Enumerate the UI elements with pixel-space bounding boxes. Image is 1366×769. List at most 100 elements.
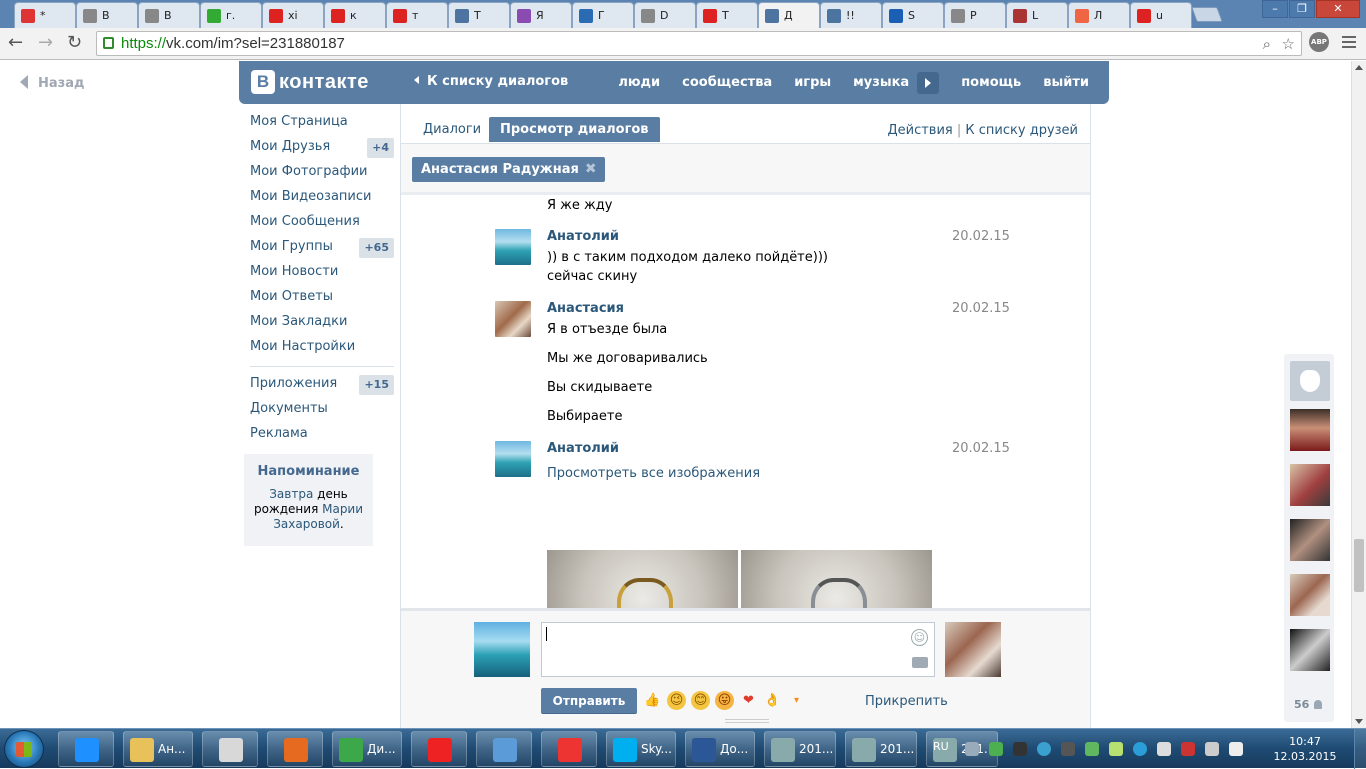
clock[interactable]: 10:47 12.03.2015 — [1265, 734, 1345, 764]
tray-flag-icon[interactable] — [1181, 742, 1195, 756]
page-scrollbar[interactable] — [1351, 61, 1366, 728]
bookmark-star-icon[interactable]: ☆ — [1282, 33, 1295, 56]
taskbar-item[interactable]: 201... — [764, 731, 836, 767]
left-menu-item[interactable]: Мои Видеозаписи — [244, 186, 394, 211]
close-icon[interactable]: ✖ — [585, 157, 597, 182]
maximize-button[interactable]: ❐ — [1289, 0, 1315, 18]
actions-link[interactable]: Действия — [887, 123, 952, 138]
taskbar-item[interactable]: 201... — [845, 731, 917, 767]
message-date[interactable]: 20.02.15 — [952, 441, 1010, 456]
message-date[interactable]: 20.02.15 — [952, 229, 1010, 244]
taskbar-item[interactable] — [411, 731, 467, 767]
smiley-icon[interactable]: ☺ — [911, 629, 928, 646]
friend-avatar[interactable] — [1290, 629, 1330, 671]
taskbar-item[interactable]: До... — [685, 731, 755, 767]
close-window-button[interactable]: ✕ — [1316, 0, 1360, 18]
browser-tab[interactable]: !! — [820, 2, 882, 28]
browser-tab[interactable]: D — [634, 2, 696, 28]
tray-update-icon[interactable] — [1133, 742, 1147, 756]
left-menu-item[interactable]: Мои Новости — [244, 261, 394, 286]
resize-handle[interactable] — [725, 719, 769, 723]
message-author[interactable]: Анатолий — [547, 229, 619, 244]
tab-dialogs[interactable]: Диалоги — [412, 117, 492, 142]
browser-tab[interactable]: Д — [758, 2, 820, 28]
nav-people[interactable]: люди — [618, 75, 660, 90]
scroll-down-icon[interactable] — [1355, 719, 1363, 724]
scroll-thumb[interactable] — [1354, 539, 1364, 592]
browser-tab[interactable]: P — [944, 2, 1006, 28]
show-desktop-button[interactable] — [1354, 729, 1366, 769]
taskbar-item[interactable] — [541, 731, 597, 767]
left-menu-count[interactable]: +15 — [359, 375, 394, 395]
send-button[interactable]: Отправить — [541, 688, 637, 714]
left-menu-item[interactable]: Мои Фотографии — [244, 161, 394, 186]
tray-icon[interactable] — [965, 742, 979, 756]
left-menu-count[interactable]: +65 — [359, 238, 394, 258]
back-to-dialogs-link[interactable]: К списку диалогов — [414, 74, 568, 89]
camera-icon[interactable] — [912, 657, 928, 668]
more-emoji-icon[interactable]: ▾ — [787, 691, 806, 710]
tray-wifi-icon[interactable] — [1229, 742, 1243, 756]
tray-battery-icon[interactable] — [1013, 742, 1027, 756]
taskbar-item[interactable]: Ан... — [123, 731, 193, 767]
friend-avatar[interactable] — [1290, 409, 1330, 451]
left-menu-item[interactable]: Мои Закладки — [244, 311, 394, 336]
attach-link[interactable]: Прикрепить — [865, 694, 948, 709]
tray-volume-icon[interactable] — [1205, 742, 1219, 756]
language-indicator[interactable]: RU — [933, 740, 949, 753]
friend-avatar[interactable] — [1290, 519, 1330, 561]
tray-app-icon[interactable] — [1109, 742, 1123, 756]
attached-photo[interactable] — [741, 550, 932, 608]
friend-avatar[interactable] — [1290, 574, 1330, 616]
hand-icon[interactable]: 👌 — [763, 691, 782, 710]
message-date[interactable]: 20.02.15 — [952, 301, 1010, 316]
nav-communities[interactable]: сообщества — [682, 75, 772, 90]
attached-photo[interactable] — [547, 550, 738, 608]
scroll-up-icon[interactable] — [1355, 65, 1363, 70]
message-input[interactable] — [541, 622, 935, 677]
tray-monitor-icon[interactable] — [1061, 742, 1075, 756]
wink-icon[interactable]: 😉 — [667, 691, 686, 710]
browser-tab[interactable]: т — [386, 2, 448, 28]
start-button[interactable] — [4, 730, 44, 768]
browser-tab[interactable]: u — [1130, 2, 1192, 28]
avatar[interactable] — [495, 301, 531, 337]
zoom-icon[interactable]: ⌕ — [1263, 33, 1271, 56]
peer-chip[interactable]: Анастасия Радужная ✖ — [412, 157, 605, 182]
vk-logo[interactable]: В контакте — [251, 70, 369, 94]
tray-sync-icon[interactable] — [1085, 742, 1099, 756]
left-menu-count[interactable]: +4 — [367, 138, 394, 158]
taskbar-item[interactable]: Sky... — [606, 731, 676, 767]
my-avatar[interactable] — [474, 622, 530, 677]
browser-tab[interactable]: Т — [696, 2, 758, 28]
smile-emoji-icon[interactable]: 😊 — [691, 691, 710, 710]
nav-games[interactable]: игры — [794, 75, 831, 90]
browser-tab[interactable]: В — [76, 2, 138, 28]
address-bar[interactable]: https://vk.com/im?sel=231880187 ⌕ ☆ — [96, 31, 1302, 56]
heart-icon[interactable]: ❤ — [739, 691, 758, 710]
nav-logout[interactable]: выйти — [1043, 75, 1089, 90]
avatar[interactable] — [495, 441, 531, 477]
tab-view-dialogs[interactable]: Просмотр диалогов — [489, 117, 660, 142]
browser-tab[interactable]: Л — [1068, 2, 1130, 28]
reminder-tomorrow-link[interactable]: Завтра — [269, 487, 313, 501]
browser-tab[interactable]: Г — [572, 2, 634, 28]
nav-music[interactable]: музыка — [853, 75, 909, 90]
browser-tab[interactable]: * — [14, 2, 76, 28]
back-link[interactable]: Назад — [20, 75, 84, 91]
left-menu-item[interactable]: Мои Настройки — [244, 336, 394, 361]
left-menu-item[interactable]: Приложения +15 — [244, 373, 394, 398]
adblock-icon[interactable]: ABP — [1309, 32, 1329, 52]
vk-dog-icon[interactable] — [1290, 361, 1330, 401]
friends-list-link[interactable]: К списку друзей — [965, 123, 1078, 138]
taskbar-item[interactable] — [267, 731, 323, 767]
thumbs-up-icon[interactable]: 👍 — [643, 691, 662, 710]
browser-tab[interactable]: В — [138, 2, 200, 28]
browser-tab[interactable]: Я — [510, 2, 572, 28]
left-menu-item[interactable]: Мои Друзья +4 — [244, 136, 394, 161]
tray-network-icon[interactable] — [1157, 742, 1171, 756]
taskbar-item[interactable]: Ди... — [332, 731, 402, 767]
minimize-button[interactable]: – — [1262, 0, 1288, 18]
browser-tab[interactable]: Т — [448, 2, 510, 28]
left-menu-item[interactable]: Мои Группы +65 — [244, 236, 394, 261]
